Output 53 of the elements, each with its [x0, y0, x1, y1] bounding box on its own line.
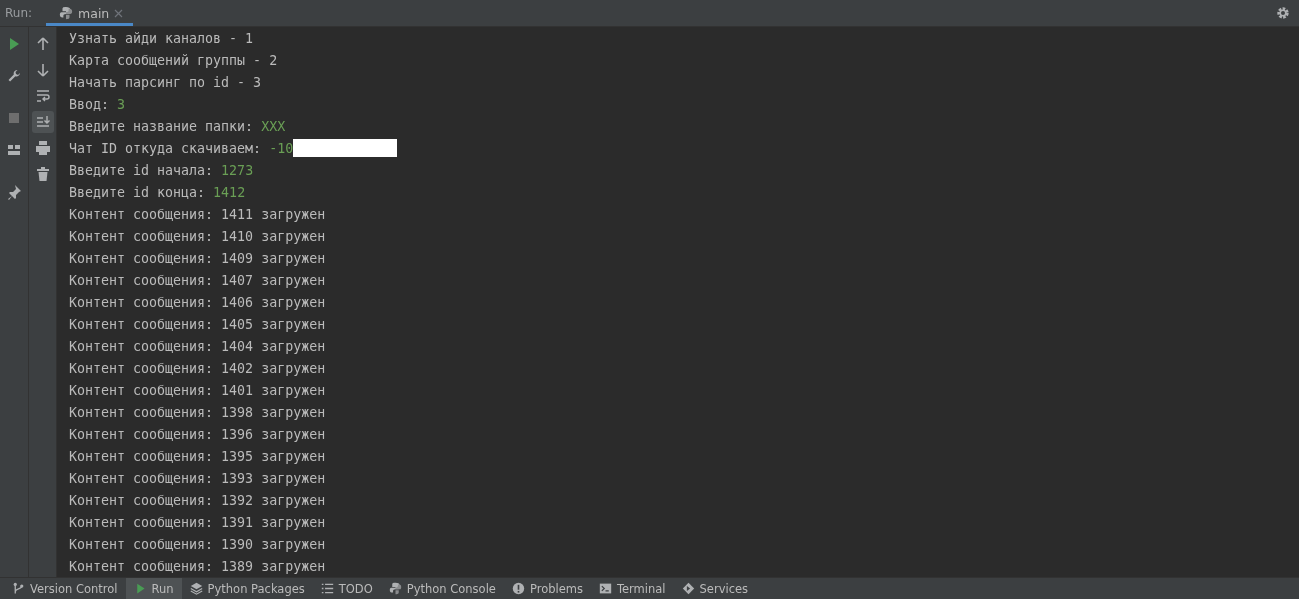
services-icon [681, 582, 695, 595]
console-line: Карта сообщений группы - 2 [69, 52, 278, 68]
console-line: Контент сообщения: 1409 загружен [69, 250, 326, 266]
console-line: Контент сообщения: 1405 загружен [69, 316, 326, 332]
trash-icon [34, 166, 51, 182]
tool-window-tab[interactable]: Version Control [4, 578, 126, 599]
console-line: Ввод: 3 [69, 96, 126, 112]
terminal-icon [598, 582, 612, 595]
scroll-to-end-icon [34, 114, 51, 130]
scroll-to-end-button[interactable] [31, 111, 54, 133]
tool-window-tab[interactable]: Python Packages [181, 578, 313, 599]
console-line: Контент сообщения: 1411 загружен [69, 206, 326, 222]
console-line: Контент сообщения: 1398 загружен [69, 404, 326, 420]
soft-wrap-icon [34, 88, 51, 104]
down-arrow-icon [34, 62, 51, 78]
layers-icon [189, 582, 203, 595]
console-line: Введите id начала: 1273 [69, 162, 254, 178]
branch-icon [12, 582, 25, 595]
console-line: Контент сообщения: 1406 загружен [69, 294, 326, 310]
printer-icon [34, 140, 51, 156]
console-line: Контент сообщения: 1396 загружен [69, 426, 326, 442]
tool-window-tab[interactable]: Python Console [380, 578, 504, 599]
alert-icon [511, 582, 525, 595]
tool-window-tab[interactable]: Terminal [590, 578, 674, 599]
console-line: Введите id конца: 1412 [69, 184, 246, 200]
tool-window-tab[interactable]: Run [125, 578, 182, 599]
tool-window-tab[interactable]: TODO [312, 578, 381, 599]
console-line: Начать парсинг по id - 3 [69, 74, 262, 90]
list-icon [320, 582, 334, 595]
console-line: Контент сообщения: 1393 загружен [69, 470, 326, 486]
run-label: Run: [4, 5, 34, 22]
console-line: Введите название папки: XXX [69, 118, 286, 134]
console-line: Контент сообщения: 1410 загружен [69, 228, 326, 244]
console-line: Контент сообщения: 1390 загружен [69, 536, 326, 552]
console-line: Узнать айди каналов - 1 [69, 30, 254, 46]
console-line: Контент сообщения: 1395 загружен [69, 448, 326, 464]
console-line: Чат ID откуда скачиваем: -10 [69, 140, 294, 156]
console-line: Контент сообщения: 1391 загружен [69, 514, 326, 530]
console-line: Контент сообщения: 1401 загружен [69, 382, 326, 398]
console-line: Контент сообщения: 1407 загружен [69, 272, 326, 288]
console-line: Контент сообщения: 1392 загружен [69, 492, 326, 508]
pin-icon[interactable] [6, 184, 22, 200]
layout-icon[interactable] [6, 142, 22, 158]
wrench-icon[interactable] [6, 68, 22, 84]
console-line: Контент сообщения: 1402 загружен [69, 360, 326, 376]
tool-window-tab[interactable]: Problems [503, 578, 591, 599]
file-tab[interactable]: main [46, 0, 134, 26]
python-icon [59, 6, 74, 20]
tool-window-tab[interactable]: Services [673, 578, 757, 599]
console-line: Контент сообщения: 1404 загружен [69, 338, 326, 354]
settings-icon[interactable] [1276, 6, 1290, 20]
console-line: Контент сообщения: 1389 загружен [69, 558, 326, 574]
python-icon [388, 582, 402, 595]
